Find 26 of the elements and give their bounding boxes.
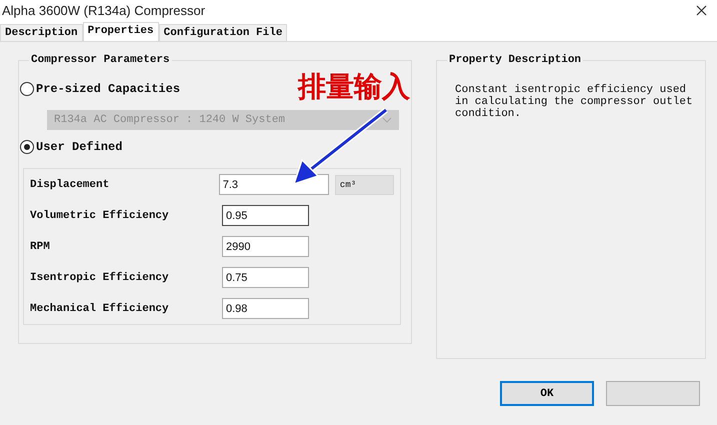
input-field[interactable]: 2990: [222, 236, 309, 257]
unit-field: cm³: [334, 174, 394, 194]
window-title: Alpha 3600W (R134a) Compressor: [2, 2, 206, 18]
radio-icon[interactable]: [20, 140, 34, 154]
field-label: RPM: [30, 240, 51, 252]
radio-option[interactable]: User Defined: [20, 140, 122, 154]
chevron-icon: [382, 117, 392, 123]
tab[interactable]: Description: [0, 24, 83, 41]
annotation-text: 排量输入: [298, 69, 410, 105]
input-field[interactable]: 0.98: [222, 298, 309, 319]
input-field[interactable]: 7.3: [218, 174, 329, 195]
tab[interactable]: Configuration File: [158, 24, 288, 41]
field-label: Displacement: [30, 178, 110, 190]
close-icon[interactable]: [696, 4, 707, 16]
description-text: Constant isentropic efficiency used in calculating the compressor outlet condition.: [455, 84, 694, 120]
ok-button[interactable]: OK: [500, 381, 594, 406]
input-field[interactable]: 0.75: [222, 267, 309, 288]
field-label: Isentropic Efficiency: [30, 272, 170, 284]
input-field[interactable]: 0.95: [222, 205, 309, 226]
field-label: Volumetric Efficiency: [30, 210, 170, 222]
tab[interactable]: Properties: [82, 22, 159, 41]
radio-icon[interactable]: [20, 82, 34, 96]
field-label: Mechanical Efficiency: [30, 302, 170, 314]
radio-option[interactable]: Pre-sized Capacities: [20, 82, 180, 96]
group-title: Compressor Parameters: [30, 54, 171, 66]
group-title: Property Description: [448, 54, 582, 66]
